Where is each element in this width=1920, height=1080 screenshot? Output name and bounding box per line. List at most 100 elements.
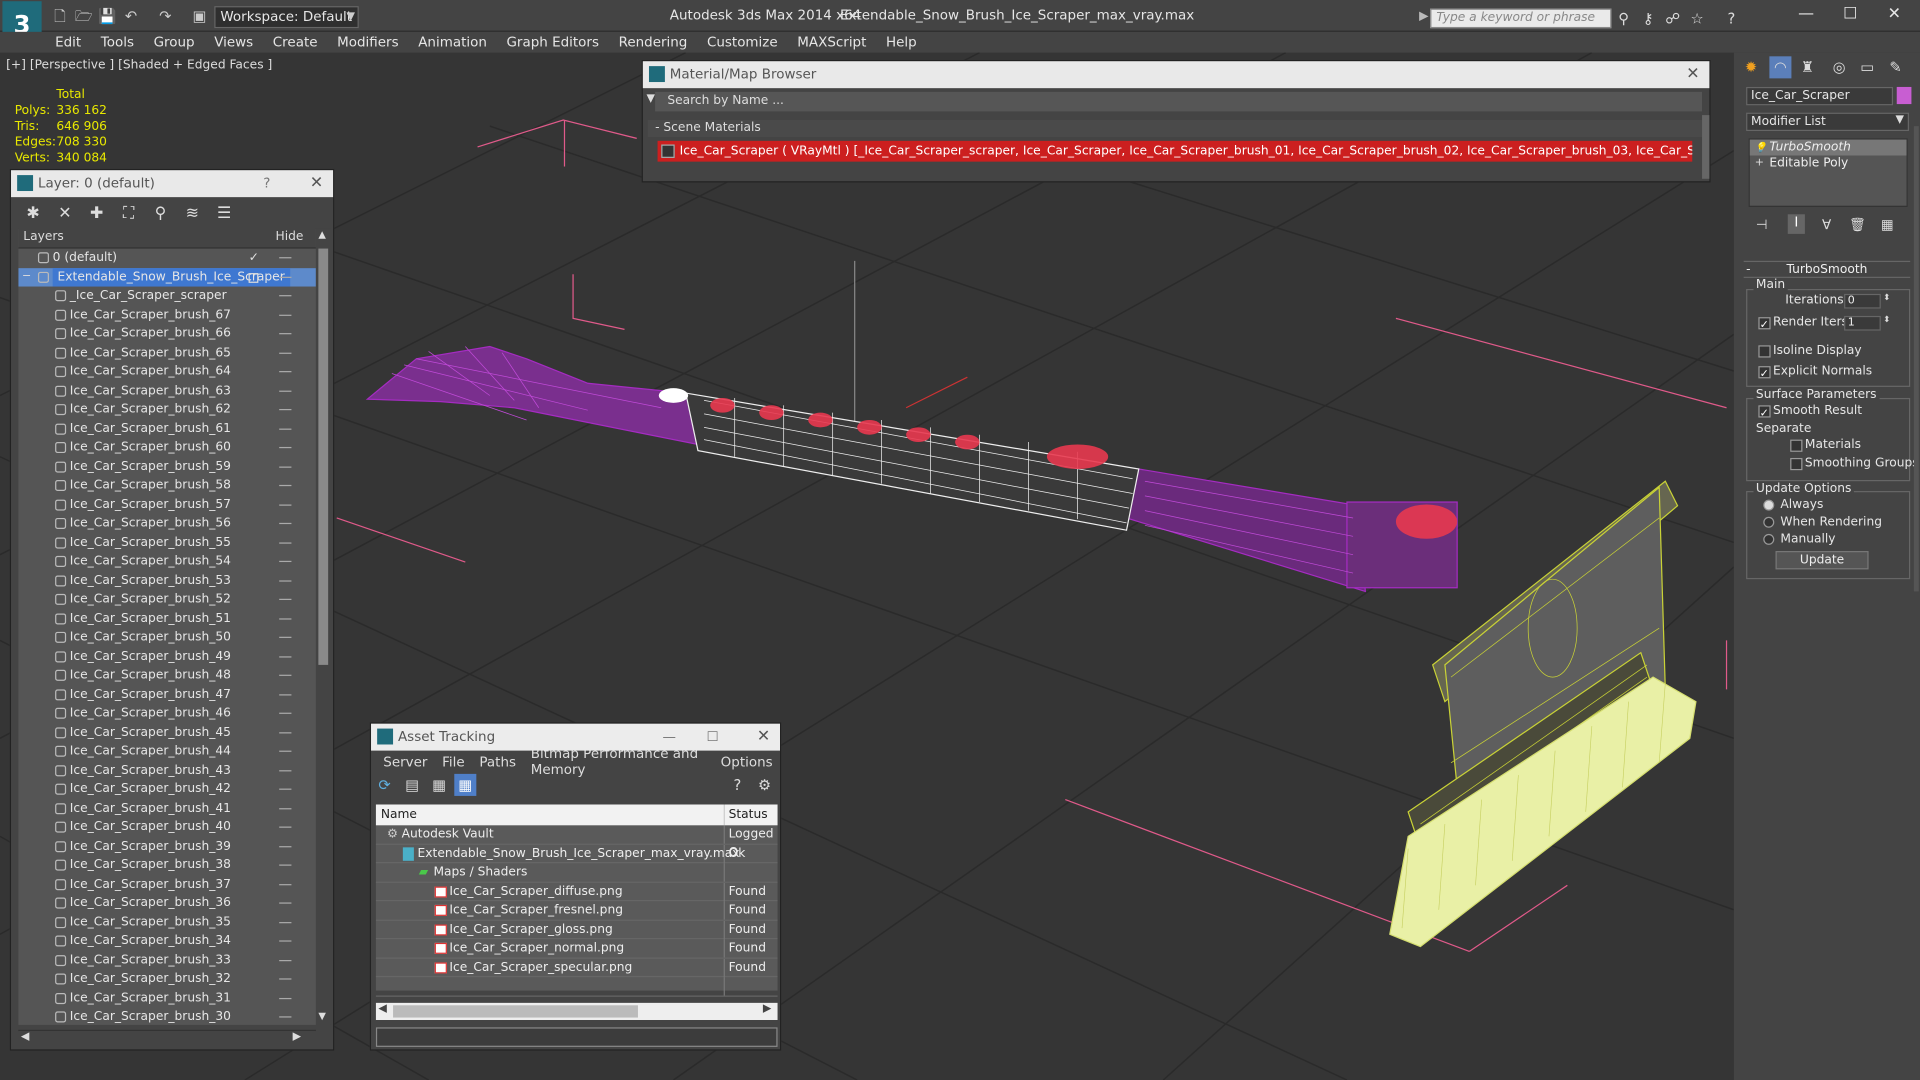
layer-object-row[interactable]: Ice_Car_Scraper_brush_47	[18, 685, 316, 704]
hide-toggle[interactable]	[279, 845, 292, 847]
hide-toggle[interactable]	[279, 902, 292, 904]
hide-toggle[interactable]	[279, 1016, 292, 1018]
hide-toggle[interactable]	[279, 257, 292, 259]
smooth-result-checkbox[interactable]	[1758, 405, 1771, 418]
material-browser-close-icon[interactable]: ✕	[1686, 61, 1699, 88]
layer-object-row[interactable]: Ice_Car_Scraper_brush_58	[18, 476, 316, 495]
asset-path-field[interactable]	[375, 1027, 778, 1047]
layer-scroll-thumb[interactable]	[318, 248, 329, 665]
close-button[interactable]: ✕	[1876, 4, 1913, 26]
show-end-result-icon[interactable]: I	[1787, 214, 1805, 234]
key-icon[interactable]: ⚷	[1638, 9, 1658, 29]
communication-center-icon[interactable]: ☍	[1663, 9, 1683, 29]
modifier-stack[interactable]: 💡 TurboSmooth + Editable Poly	[1748, 138, 1908, 207]
asset-menu-options[interactable]: Options	[713, 754, 780, 770]
asset-minimize-button[interactable]: —	[662, 724, 675, 751]
menu-graph-editors[interactable]: Graph Editors	[497, 34, 609, 50]
material-scrollbar[interactable]	[1702, 115, 1710, 179]
modify-tab-icon[interactable]: ◠	[1769, 56, 1792, 79]
hide-toggle[interactable]	[279, 560, 292, 563]
scroll-down-icon[interactable]: ▼	[318, 1010, 326, 1021]
layer-object-row[interactable]: Ice_Car_Scraper_brush_53	[18, 571, 316, 590]
layer-object-row[interactable]: Ice_Car_Scraper_brush_64	[18, 362, 316, 381]
maximize-button[interactable]: ☐	[1832, 4, 1869, 26]
layer-object-row[interactable]: Ice_Car_Scraper_brush_65	[18, 343, 316, 362]
hide-toggle[interactable]	[279, 978, 292, 980]
keyword-search-input[interactable]: Type a keyword or phrase	[1430, 8, 1612, 29]
name-column-header[interactable]: Name	[381, 804, 417, 825]
scroll-up-icon[interactable]: ▲	[318, 229, 326, 240]
layer-vertical-scrollbar[interactable]: ▲ ▼	[315, 228, 331, 1025]
layer-horizontal-scrollbar[interactable]: ◀ ▶	[18, 1029, 316, 1047]
hide-toggle[interactable]	[279, 731, 292, 733]
asset-row[interactable]: Ice_Car_Scraper_normal.png Found	[375, 939, 778, 959]
layer-object-row[interactable]: Ice_Car_Scraper_brush_43	[18, 761, 316, 780]
layer-object-row[interactable]: Ice_Car_Scraper_brush_60	[18, 438, 316, 457]
active-layer-check-icon[interactable]: ✓	[249, 249, 259, 267]
open-file-icon[interactable]: 🗁	[75, 7, 93, 24]
menu-animation[interactable]: Animation	[408, 34, 496, 50]
asset-row[interactable]: ▰ Maps / Shaders	[375, 863, 778, 883]
new-file-icon[interactable]: 🗋	[51, 7, 68, 24]
status-column-header[interactable]: Status	[729, 804, 768, 825]
layer-object-row[interactable]: Ice_Car_Scraper_brush_42	[18, 780, 316, 799]
scroll-left-icon[interactable]: ◀	[21, 1031, 29, 1043]
hide-toggle[interactable]	[279, 276, 292, 278]
scroll-left-icon[interactable]: ◀	[378, 1003, 386, 1015]
asset-tracking-titlebar[interactable]: Asset Tracking — ☐ ✕	[371, 723, 781, 751]
asset-menu-paths[interactable]: Paths	[472, 754, 523, 770]
hide-toggle[interactable]	[279, 522, 292, 525]
layer-object-row[interactable]: Ice_Car_Scraper_brush_54	[18, 552, 316, 571]
scroll-right-icon[interactable]: ▶	[293, 1031, 301, 1043]
modifier-list-dropdown[interactable]: Modifier List	[1746, 112, 1909, 132]
layer-object-row[interactable]: Ice_Car_Scraper_brush_56	[18, 514, 316, 533]
stack-item-editable-poly[interactable]: + Editable Poly	[1750, 156, 1907, 172]
material-browser-titlebar[interactable]: Material/Map Browser ✕	[642, 61, 1710, 89]
material-search-input[interactable]: Search by Name ...	[655, 91, 1703, 112]
render-iters-spinner[interactable]: 1	[1844, 315, 1881, 331]
menu-create[interactable]: Create	[263, 34, 327, 50]
select-layer-objects-icon[interactable]: ⛶	[119, 204, 139, 222]
thumbnail-view-icon[interactable]: ▦	[432, 776, 446, 793]
layer-object-row[interactable]: Ice_Car_Scraper_brush_48	[18, 666, 316, 685]
set-current-layer-icon[interactable]: ≋	[182, 204, 202, 222]
layer-properties-icon[interactable]: ☰	[214, 204, 234, 222]
create-layer-icon[interactable]: ✱	[23, 204, 43, 222]
layer-object-row[interactable]: Ice_Car_Scraper_brush_57	[18, 495, 316, 514]
list-view-icon[interactable]: ▤	[405, 776, 419, 793]
search-expand-icon[interactable]: ▶	[1419, 10, 1428, 23]
asset-row[interactable]: Ice_Car_Scraper_specular.png Found	[375, 958, 778, 978]
menu-help[interactable]: Help	[876, 34, 926, 50]
delete-layer-icon[interactable]: ✕	[55, 204, 75, 222]
layer-object-row[interactable]: Ice_Car_Scraper_brush_59	[18, 457, 316, 476]
hide-toggle[interactable]	[279, 883, 292, 885]
pin-stack-icon[interactable]: ⊣	[1756, 217, 1768, 233]
highlight-selected-icon[interactable]: ⚲	[151, 204, 171, 222]
menu-group[interactable]: Group	[144, 34, 205, 50]
browser-options-icon[interactable]: ▼	[647, 93, 655, 105]
layer-object-row[interactable]: Ice_Car_Scraper_brush_45	[18, 723, 316, 742]
utilities-tab-icon[interactable]: ✎	[1884, 56, 1906, 78]
menu-tools[interactable]: Tools	[91, 34, 144, 50]
scroll-right-icon[interactable]: ▶	[763, 1003, 771, 1015]
hide-toggle[interactable]	[279, 371, 292, 373]
hide-toggle[interactable]	[279, 864, 292, 866]
always-radio[interactable]	[1763, 499, 1775, 511]
layer-panel-titlebar[interactable]: Layer: 0 (default) ? ✕	[11, 170, 334, 198]
object-color-swatch[interactable]	[1896, 86, 1912, 105]
layer-object-row[interactable]: Ice_Car_Scraper_brush_52	[18, 590, 316, 609]
chevron-down-icon[interactable]: ▼	[347, 6, 359, 28]
layer-object-row[interactable]: Ice_Car_Scraper_brush_38	[18, 856, 316, 875]
hide-toggle[interactable]	[279, 940, 292, 942]
stack-item-turbosmooth[interactable]: 💡 TurboSmooth	[1749, 139, 1907, 156]
hide-toggle[interactable]	[279, 333, 292, 335]
asset-table[interactable]: Name Status ⚙ Autodesk Vault Logged O Exten…	[375, 804, 778, 997]
turbosmooth-rollout-header[interactable]: - TurboSmooth	[1743, 260, 1911, 278]
layers-column-header[interactable]: Layers	[23, 230, 64, 243]
project-folder-icon[interactable]: ▣	[191, 7, 208, 24]
asset-menu-file[interactable]: File	[435, 754, 472, 770]
make-unique-icon[interactable]: ∀	[1822, 217, 1831, 233]
asset-row[interactable]: Ice_Car_Scraper_gloss.png Found	[375, 920, 778, 940]
hide-toggle[interactable]	[279, 655, 292, 657]
layer-object-row[interactable]: Ice_Car_Scraper_brush_37	[18, 875, 316, 894]
